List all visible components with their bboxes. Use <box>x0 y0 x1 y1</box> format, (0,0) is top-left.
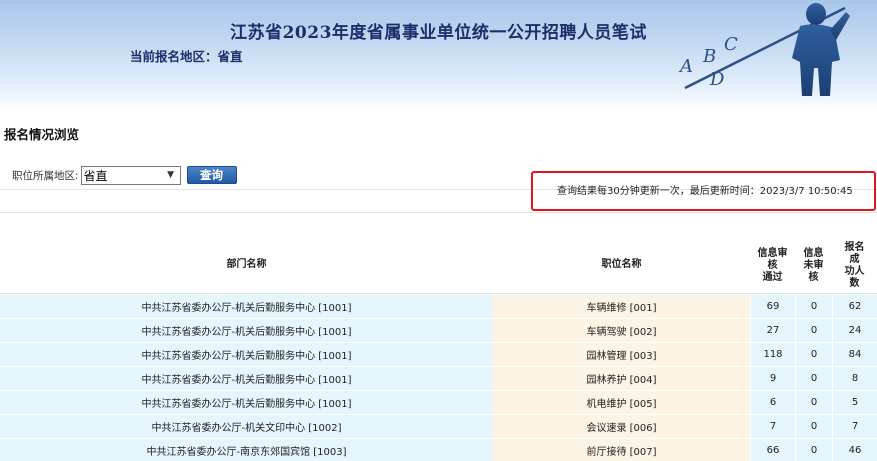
cell-success: 84 <box>832 343 877 366</box>
svg-text:A: A <box>678 56 693 77</box>
cell-unreviewed: 0 <box>795 367 832 390</box>
svg-text:C: C <box>724 34 738 55</box>
cell-dept: 中共江苏省委办公厅-机关后勤服务中心 [1001] <box>0 391 493 414</box>
current-region: 当前报名地区：省直 <box>130 49 243 64</box>
col-header-position: 职位名称 <box>493 236 750 294</box>
cell-position: 车辆维修 [001] <box>493 295 750 318</box>
table-row: 中共江苏省委办公厅-机关后勤服务中心 [1001] 车辆维修 [001] 69 … <box>0 294 877 318</box>
col-header-success: 报名 成 功人 数 <box>832 236 877 294</box>
cell-dept: 中共江苏省委办公厅-机关后勤服务中心 [1001] <box>0 367 493 390</box>
cell-position: 机电维护 [005] <box>493 391 750 414</box>
cell-success: 62 <box>832 295 877 318</box>
cell-reviewed: 66 <box>750 439 795 461</box>
header-divider <box>0 293 877 294</box>
section-title: 报名情况浏览 <box>4 127 80 142</box>
cell-position: 园林养护 [004] <box>493 367 750 390</box>
cell-position: 会议速录 [006] <box>493 415 750 438</box>
table-row: 中共江苏省委办公厅-机关后勤服务中心 [1001] 车辆驾驶 [002] 27 … <box>0 318 877 342</box>
filter-row: 职位所属地区: 省直 ▼ 查询 <box>12 164 237 186</box>
table-row: 中共江苏省委办公厅-机关文印中心 [1002] 会议速录 [006] 7 0 7 <box>0 414 877 438</box>
cell-unreviewed: 0 <box>795 391 832 414</box>
region-select[interactable]: 省直 ▼ <box>80 165 181 185</box>
chevron-down-icon: ▼ <box>167 170 174 180</box>
cell-reviewed: 118 <box>750 343 795 366</box>
table-row: 中共江苏省委办公厅-机关后勤服务中心 [1001] 园林管理 [003] 118… <box>0 342 877 366</box>
table-row: 中共江苏省委办公厅-机关后勤服务中心 [1001] 机电维护 [005] 6 0… <box>0 390 877 414</box>
divider-bottom <box>0 212 877 213</box>
cell-reviewed: 27 <box>750 319 795 342</box>
cell-dept: 中共江苏省委办公厅-机关后勤服务中心 [1001] <box>0 319 493 342</box>
svg-text:D: D <box>709 69 725 90</box>
table-row: 中共江苏省委办公厅-机关后勤服务中心 [1001] 园林养护 [004] 9 0… <box>0 366 877 390</box>
cell-success: 46 <box>832 439 877 461</box>
abcd-figure-illustration-icon: A B C D <box>678 3 850 96</box>
cell-position: 车辆驾驶 [002] <box>493 319 750 342</box>
col-header-reviewed: 信息审 核 通过 <box>750 236 795 294</box>
col-header-unreviewed: 信息 未审 核 <box>795 236 832 294</box>
cell-reviewed: 69 <box>750 295 795 318</box>
cell-unreviewed: 0 <box>795 343 832 366</box>
cell-success: 5 <box>832 391 877 414</box>
cell-position: 园林管理 [003] <box>493 343 750 366</box>
cell-position: 前厅接待 [007] <box>493 439 750 461</box>
col-header-dept: 部门名称 <box>0 236 493 294</box>
cell-success: 8 <box>832 367 877 390</box>
table-header: 部门名称 职位名称 信息审 核 通过 信息 未审 核 报名 成 功人 数 <box>0 236 877 294</box>
query-button[interactable]: 查询 <box>186 166 237 184</box>
cell-reviewed: 9 <box>750 367 795 390</box>
cell-dept: 中共江苏省委办公厅-南京东郊国宾馆 [1003] <box>0 439 493 461</box>
cell-reviewed: 7 <box>750 415 795 438</box>
cell-success: 24 <box>832 319 877 342</box>
cell-unreviewed: 0 <box>795 415 832 438</box>
region-select-value: 省直 <box>83 168 108 183</box>
cell-dept: 中共江苏省委办公厅-机关后勤服务中心 [1001] <box>0 343 493 366</box>
header-banner: 江苏省2023年度省属事业单位统一公开招聘人员笔试 当前报名地区：省直 A B … <box>0 0 877 110</box>
table-row: 中共江苏省委办公厅-南京东郊国宾馆 [1003] 前厅接待 [007] 66 0… <box>0 438 877 461</box>
cell-unreviewed: 0 <box>795 295 832 318</box>
highlight-box <box>531 171 876 211</box>
cell-success: 7 <box>832 415 877 438</box>
cell-unreviewed: 0 <box>795 439 832 461</box>
svg-text:B: B <box>702 46 716 67</box>
cell-unreviewed: 0 <box>795 319 832 342</box>
registration-table: 部门名称 职位名称 信息审 核 通过 信息 未审 核 报名 成 功人 数 中共江… <box>0 236 877 461</box>
region-filter-label: 职位所属地区: <box>12 169 79 182</box>
cell-dept: 中共江苏省委办公厅-机关后勤服务中心 [1001] <box>0 295 493 318</box>
cell-reviewed: 6 <box>750 391 795 414</box>
cell-dept: 中共江苏省委办公厅-机关文印中心 [1002] <box>0 415 493 438</box>
